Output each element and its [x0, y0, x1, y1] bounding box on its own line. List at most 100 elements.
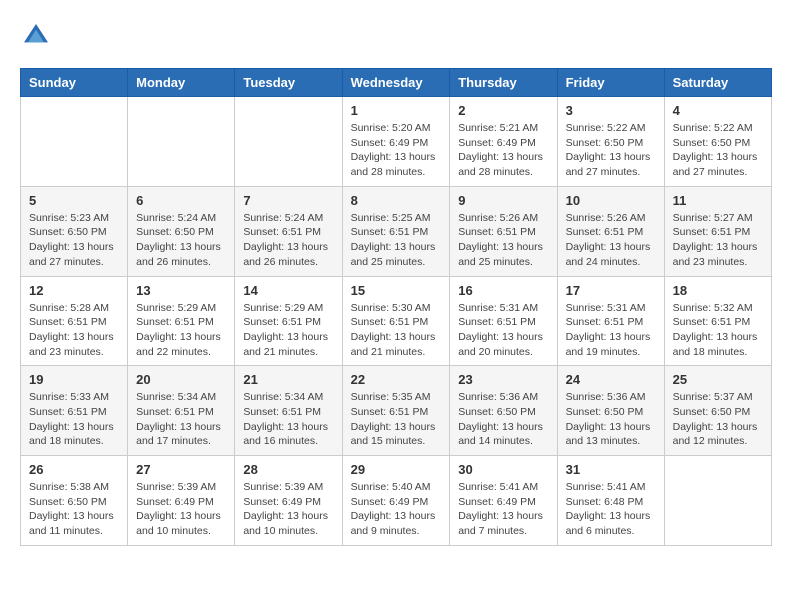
day-number-15: 15	[351, 283, 442, 298]
day-cell-27: 27 Sunrise: 5:39 AM Sunset: 6:49 PM Dayli…	[128, 456, 235, 546]
weekday-header-tuesday: Tuesday	[235, 69, 342, 97]
empty-cell	[664, 456, 771, 546]
day-info-7: Sunrise: 5:24 AM Sunset: 6:51 PM Dayligh…	[243, 211, 333, 270]
week-row-5: 26Sunrise: 5:38 AM Sunset: 6:50 PM Dayli…	[21, 456, 772, 546]
day-info-16: Sunrise: 5:31 AM Sunset: 6:51 PM Dayligh…	[458, 301, 548, 360]
day-number-28: 28	[243, 462, 333, 477]
day-info-8: Sunrise: 5:25 AM Sunset: 6:51 PM Dayligh…	[351, 211, 442, 270]
day-cell-28: 28 Sunrise: 5:39 AM Sunset: 6:49 PM Dayli…	[235, 456, 342, 546]
day-number-27: 27	[136, 462, 226, 477]
day-cell-25: 25Sunrise: 5:37 AM Sunset: 6:50 PM Dayli…	[664, 366, 771, 456]
logo-icon	[20, 20, 52, 52]
day-number-22: 22	[351, 372, 442, 387]
day-number-30: 30	[458, 462, 548, 477]
day-info-23: Sunrise: 5:36 AM Sunset: 6:50 PM Dayligh…	[458, 390, 548, 449]
day-number-16: 16	[458, 283, 548, 298]
day-cell-2: 2 Sunrise: 5:21 AM Sunset: 6:49 PM Daylig…	[450, 97, 557, 187]
weekday-header-thursday: Thursday	[450, 69, 557, 97]
day-number-13: 13	[136, 283, 226, 298]
logo	[20, 20, 56, 52]
day-number-20: 20	[136, 372, 226, 387]
weekday-header-monday: Monday	[128, 69, 235, 97]
day-cell-1: 1 Sunrise: 5:20 AM Sunset: 6:49 PM Daylig…	[342, 97, 450, 187]
day-info-31: Sunrise: 5:41 AM Sunset: 6:48 PM Dayligh…	[566, 480, 656, 539]
day-info-30: Sunrise: 5:41 AM Sunset: 6:49 PM Dayligh…	[458, 480, 548, 539]
day-cell-5: 5 Sunrise: 5:23 AM Sunset: 6:50 PM Daylig…	[21, 186, 128, 276]
day-cell-24: 24 Sunrise: 5:36 AM Sunset: 6:50 PM Dayli…	[557, 366, 664, 456]
day-cell-11: 11 Sunrise: 5:27 AM Sunset: 6:51 PM Dayli…	[664, 186, 771, 276]
week-row-3: 12 Sunrise: 5:28 AM Sunset: 6:51 PM Dayli…	[21, 276, 772, 366]
day-cell-14: 14Sunrise: 5:29 AM Sunset: 6:51 PM Dayli…	[235, 276, 342, 366]
day-cell-3: 3Sunrise: 5:22 AM Sunset: 6:50 PM Daylig…	[557, 97, 664, 187]
page-header	[20, 20, 772, 52]
day-info-19: Sunrise: 5:33 AM Sunset: 6:51 PM Dayligh…	[29, 390, 119, 449]
day-info-29: Sunrise: 5:40 AM Sunset: 6:49 PM Dayligh…	[351, 480, 442, 539]
day-number-25: 25	[673, 372, 763, 387]
day-cell-15: 15 Sunrise: 5:30 AM Sunset: 6:51 PM Dayli…	[342, 276, 450, 366]
day-number-14: 14	[243, 283, 333, 298]
day-info-18: Sunrise: 5:32 AM Sunset: 6:51 PM Dayligh…	[673, 301, 763, 360]
weekday-header-sunday: Sunday	[21, 69, 128, 97]
day-info-4: Sunrise: 5:22 AM Sunset: 6:50 PM Dayligh…	[673, 121, 763, 180]
day-number-21: 21	[243, 372, 333, 387]
week-row-2: 5 Sunrise: 5:23 AM Sunset: 6:50 PM Daylig…	[21, 186, 772, 276]
weekday-header-row: SundayMondayTuesdayWednesdayThursdayFrid…	[21, 69, 772, 97]
day-info-22: Sunrise: 5:35 AM Sunset: 6:51 PM Dayligh…	[351, 390, 442, 449]
empty-cell	[128, 97, 235, 187]
day-info-20: Sunrise: 5:34 AM Sunset: 6:51 PM Dayligh…	[136, 390, 226, 449]
day-number-24: 24	[566, 372, 656, 387]
day-number-18: 18	[673, 283, 763, 298]
day-cell-19: 19 Sunrise: 5:33 AM Sunset: 6:51 PM Dayli…	[21, 366, 128, 456]
day-cell-23: 23Sunrise: 5:36 AM Sunset: 6:50 PM Dayli…	[450, 366, 557, 456]
day-cell-7: 7 Sunrise: 5:24 AM Sunset: 6:51 PM Daylig…	[235, 186, 342, 276]
day-info-12: Sunrise: 5:28 AM Sunset: 6:51 PM Dayligh…	[29, 301, 119, 360]
day-info-27: Sunrise: 5:39 AM Sunset: 6:49 PM Dayligh…	[136, 480, 226, 539]
day-number-17: 17	[566, 283, 656, 298]
day-info-11: Sunrise: 5:27 AM Sunset: 6:51 PM Dayligh…	[673, 211, 763, 270]
day-info-10: Sunrise: 5:26 AM Sunset: 6:51 PM Dayligh…	[566, 211, 656, 270]
day-cell-6: 6Sunrise: 5:24 AM Sunset: 6:50 PM Daylig…	[128, 186, 235, 276]
day-number-5: 5	[29, 193, 119, 208]
day-number-29: 29	[351, 462, 442, 477]
day-info-1: Sunrise: 5:20 AM Sunset: 6:49 PM Dayligh…	[351, 121, 442, 180]
day-cell-9: 9 Sunrise: 5:26 AM Sunset: 6:51 PM Daylig…	[450, 186, 557, 276]
day-number-31: 31	[566, 462, 656, 477]
day-cell-17: 17 Sunrise: 5:31 AM Sunset: 6:51 PM Dayli…	[557, 276, 664, 366]
day-info-2: Sunrise: 5:21 AM Sunset: 6:49 PM Dayligh…	[458, 121, 548, 180]
day-info-24: Sunrise: 5:36 AM Sunset: 6:50 PM Dayligh…	[566, 390, 656, 449]
day-number-9: 9	[458, 193, 548, 208]
day-cell-22: 22 Sunrise: 5:35 AM Sunset: 6:51 PM Dayli…	[342, 366, 450, 456]
day-number-11: 11	[673, 193, 763, 208]
day-number-19: 19	[29, 372, 119, 387]
day-info-21: Sunrise: 5:34 AM Sunset: 6:51 PM Dayligh…	[243, 390, 333, 449]
day-info-6: Sunrise: 5:24 AM Sunset: 6:50 PM Dayligh…	[136, 211, 226, 270]
day-cell-12: 12 Sunrise: 5:28 AM Sunset: 6:51 PM Dayli…	[21, 276, 128, 366]
day-number-26: 26	[29, 462, 119, 477]
day-number-7: 7	[243, 193, 333, 208]
day-number-3: 3	[566, 103, 656, 118]
day-number-1: 1	[351, 103, 442, 118]
day-info-15: Sunrise: 5:30 AM Sunset: 6:51 PM Dayligh…	[351, 301, 442, 360]
day-number-12: 12	[29, 283, 119, 298]
day-info-5: Sunrise: 5:23 AM Sunset: 6:50 PM Dayligh…	[29, 211, 119, 270]
day-cell-13: 13 Sunrise: 5:29 AM Sunset: 6:51 PM Dayli…	[128, 276, 235, 366]
week-row-4: 19 Sunrise: 5:33 AM Sunset: 6:51 PM Dayli…	[21, 366, 772, 456]
day-info-13: Sunrise: 5:29 AM Sunset: 6:51 PM Dayligh…	[136, 301, 226, 360]
day-cell-21: 21 Sunrise: 5:34 AM Sunset: 6:51 PM Dayli…	[235, 366, 342, 456]
day-info-9: Sunrise: 5:26 AM Sunset: 6:51 PM Dayligh…	[458, 211, 548, 270]
day-cell-16: 16 Sunrise: 5:31 AM Sunset: 6:51 PM Dayli…	[450, 276, 557, 366]
empty-cell	[21, 97, 128, 187]
empty-cell	[235, 97, 342, 187]
day-number-8: 8	[351, 193, 442, 208]
day-cell-10: 10Sunrise: 5:26 AM Sunset: 6:51 PM Dayli…	[557, 186, 664, 276]
day-cell-26: 26Sunrise: 5:38 AM Sunset: 6:50 PM Dayli…	[21, 456, 128, 546]
day-info-17: Sunrise: 5:31 AM Sunset: 6:51 PM Dayligh…	[566, 301, 656, 360]
day-cell-31: 31 Sunrise: 5:41 AM Sunset: 6:48 PM Dayli…	[557, 456, 664, 546]
day-number-2: 2	[458, 103, 548, 118]
weekday-header-wednesday: Wednesday	[342, 69, 450, 97]
day-number-4: 4	[673, 103, 763, 118]
weekday-header-friday: Friday	[557, 69, 664, 97]
day-info-28: Sunrise: 5:39 AM Sunset: 6:49 PM Dayligh…	[243, 480, 333, 539]
day-cell-30: 30 Sunrise: 5:41 AM Sunset: 6:49 PM Dayli…	[450, 456, 557, 546]
week-row-1: 1 Sunrise: 5:20 AM Sunset: 6:49 PM Daylig…	[21, 97, 772, 187]
